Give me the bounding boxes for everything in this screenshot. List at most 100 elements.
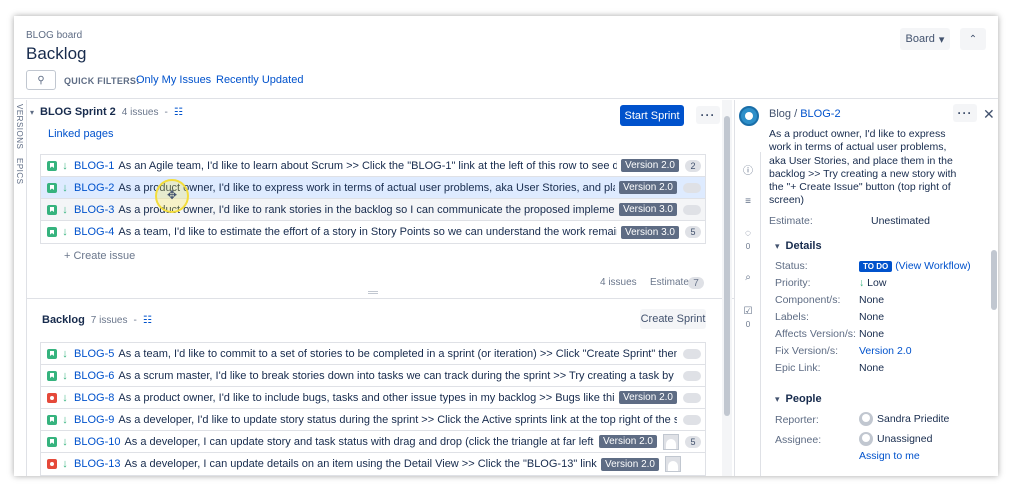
table-row[interactable]: ↓ BLOG-2 As a product owner, I'd like to…: [41, 177, 705, 199]
assignee-avatar: [665, 456, 681, 472]
issue-key-link[interactable]: BLOG-8: [74, 392, 114, 404]
assign-to-me-link[interactable]: Assign to me: [859, 450, 920, 462]
sprint-report-icon[interactable]: ☷: [174, 107, 183, 118]
sprint-name[interactable]: BLOG Sprint 2: [40, 106, 116, 118]
priority-low-icon: ↓: [62, 435, 68, 448]
comment-count: 0: [745, 242, 751, 251]
epics-tab[interactable]: EPICS: [14, 158, 24, 185]
table-row[interactable]: ↓ BLOG-10 As a developer, I can update s…: [41, 431, 705, 453]
linked-pages-link[interactable]: Linked pages: [48, 128, 113, 140]
close-icon[interactable]: ✕: [983, 106, 995, 123]
epic-link-value[interactable]: None: [859, 362, 884, 374]
sprint-more-button[interactable]: ···: [696, 106, 720, 124]
reporter-avatar: [859, 412, 873, 426]
status-field[interactable]: TO DO (View Workflow): [859, 260, 971, 272]
estimate-value[interactable]: Unestimated: [871, 215, 930, 227]
comment-icon[interactable]: ◌: [742, 228, 754, 239]
view-workflow-link[interactable]: (View Workflow): [895, 260, 970, 272]
priority-low-icon: ↓: [62, 391, 68, 404]
affects-version-value[interactable]: None: [859, 328, 884, 340]
quick-filters-label: QUICK FILTERS:: [64, 76, 140, 86]
details-section-header[interactable]: ▾ Details: [775, 240, 822, 252]
affects-version-label: Affects Version/s:: [775, 328, 856, 340]
board-dropdown-button[interactable]: Board ▾: [900, 28, 950, 50]
issue-key-link[interactable]: BLOG-10: [74, 436, 120, 448]
issue-key-link[interactable]: BLOG-5: [74, 348, 114, 360]
priority-low-icon: ↓: [62, 181, 68, 194]
details-title: Details: [785, 240, 822, 252]
collapse-caret-icon: ▾: [775, 240, 780, 251]
table-row[interactable]: ↓ BLOG-6 As a scrum master, I'd like to …: [41, 365, 705, 387]
issue-key-link[interactable]: BLOG-9: [74, 414, 114, 426]
detail-more-button[interactable]: ···: [953, 104, 977, 122]
story-icon: [47, 436, 57, 447]
assignee-avatar: [663, 433, 679, 450]
backlog-issue-count: 7 issues: [90, 314, 128, 326]
people-section-header[interactable]: ▾ People: [775, 393, 822, 405]
story-icon: [47, 414, 57, 425]
backlog-report-icon[interactable]: ☷: [143, 315, 152, 326]
versions-tab[interactable]: VERSIONS: [14, 104, 24, 149]
search-button[interactable]: ⚲: [26, 70, 56, 90]
table-row[interactable]: ↓ BLOG-5 As a team, I'd like to commit t…: [41, 343, 705, 365]
priority-low-icon: ↓: [62, 458, 68, 470]
table-row[interactable]: ↓ BLOG-8 As a product owner, I'd like to…: [41, 387, 705, 409]
collapse-header-button[interactable]: ⌃: [960, 28, 986, 50]
table-row[interactable]: ↓ BLOG-1 As an Agile team, I'd like to l…: [41, 155, 705, 177]
estimate-empty-badge: [683, 348, 701, 359]
side-tabs-divider: [26, 100, 27, 476]
subtasks-icon[interactable]: ☑: [742, 306, 754, 317]
reporter-field[interactable]: Sandra Priedite: [859, 412, 949, 426]
bug-icon: [47, 392, 57, 403]
table-row[interactable]: ↓ BLOG-4 As a team, I'd like to estimate…: [41, 221, 705, 243]
description-icon[interactable]: ≡: [742, 196, 754, 207]
version-badge: Version 2.0: [600, 457, 659, 471]
issue-detail-panel: Blog / BLOG-2 ··· ✕ As a product owner, …: [734, 100, 998, 476]
sprint-footer-drag-handle[interactable]: [368, 291, 378, 294]
issue-key-link[interactable]: BLOG-13: [74, 458, 120, 470]
table-row[interactable]: ↓ BLOG-9 As a developer, I'd like to upd…: [41, 409, 705, 431]
table-row[interactable]: ↓ BLOG-13 As a developer, I can update d…: [41, 453, 705, 475]
priority-low-icon: ↓: [62, 159, 68, 172]
version-badge: Version 2.0: [620, 159, 679, 172]
status-badge[interactable]: TO DO: [859, 261, 893, 272]
story-icon: [47, 182, 57, 193]
issue-summary: As a developer, I can update story and t…: [124, 435, 594, 448]
create-sprint-button[interactable]: Create Sprint: [640, 309, 706, 329]
labels-label: Labels:: [775, 311, 809, 323]
priority-value: Low: [867, 277, 887, 289]
reporter-label: Reporter:: [775, 414, 819, 426]
version-badge: Version 3.0: [620, 225, 679, 239]
board-button-label: Board: [905, 33, 935, 45]
issue-key-link[interactable]: BLOG-1: [74, 160, 114, 172]
issue-key-link[interactable]: BLOG-3: [74, 204, 114, 216]
detail-project-name[interactable]: Blog: [769, 108, 791, 120]
priority-field[interactable]: ↓ Low: [859, 277, 886, 289]
backlog-scrollbar-thumb[interactable]: [724, 116, 730, 416]
attachment-icon[interactable]: ⌕: [742, 272, 754, 283]
start-sprint-button[interactable]: Start Sprint: [620, 105, 684, 126]
create-issue-link[interactable]: + Create issue: [64, 250, 135, 262]
breadcrumb[interactable]: BLOG board: [26, 30, 82, 41]
fix-version-label: Fix Version/s:: [775, 345, 839, 357]
page-header: BLOG board Backlog Board ▾ ⌃ ⚲ QUICK FIL…: [14, 16, 998, 100]
detail-issue-key-link[interactable]: BLOG-2: [800, 108, 840, 120]
issue-key-link[interactable]: BLOG-4: [74, 226, 114, 238]
issue-key-link[interactable]: BLOG-6: [74, 370, 114, 382]
table-row[interactable]: ↓ BLOG-3 As a product owner, I'd like to…: [41, 199, 705, 221]
fix-version-link[interactable]: Version 2.0: [859, 345, 912, 357]
quick-filter-recently-updated[interactable]: Recently Updated: [216, 74, 303, 86]
quick-filter-only-my-issues[interactable]: Only My Issues: [136, 74, 211, 86]
components-value[interactable]: None: [859, 294, 884, 306]
labels-value[interactable]: None: [859, 311, 884, 323]
estimate-empty-badge: [683, 182, 701, 193]
issue-key-link[interactable]: BLOG-2: [74, 182, 114, 194]
more-icon: ···: [957, 106, 973, 120]
detail-scrollbar-thumb[interactable]: [991, 250, 997, 310]
assignee-field[interactable]: Unassigned: [859, 432, 932, 446]
priority-low-icon: ↓: [859, 277, 865, 289]
issue-summary: As a team, I'd like to commit to a set o…: [118, 347, 677, 360]
info-icon[interactable]: ⓘ: [742, 162, 754, 177]
sprint-header: ▾ BLOG Sprint 2 4 issues - ☷: [30, 106, 183, 118]
collapse-caret-icon[interactable]: ▾: [30, 108, 34, 117]
